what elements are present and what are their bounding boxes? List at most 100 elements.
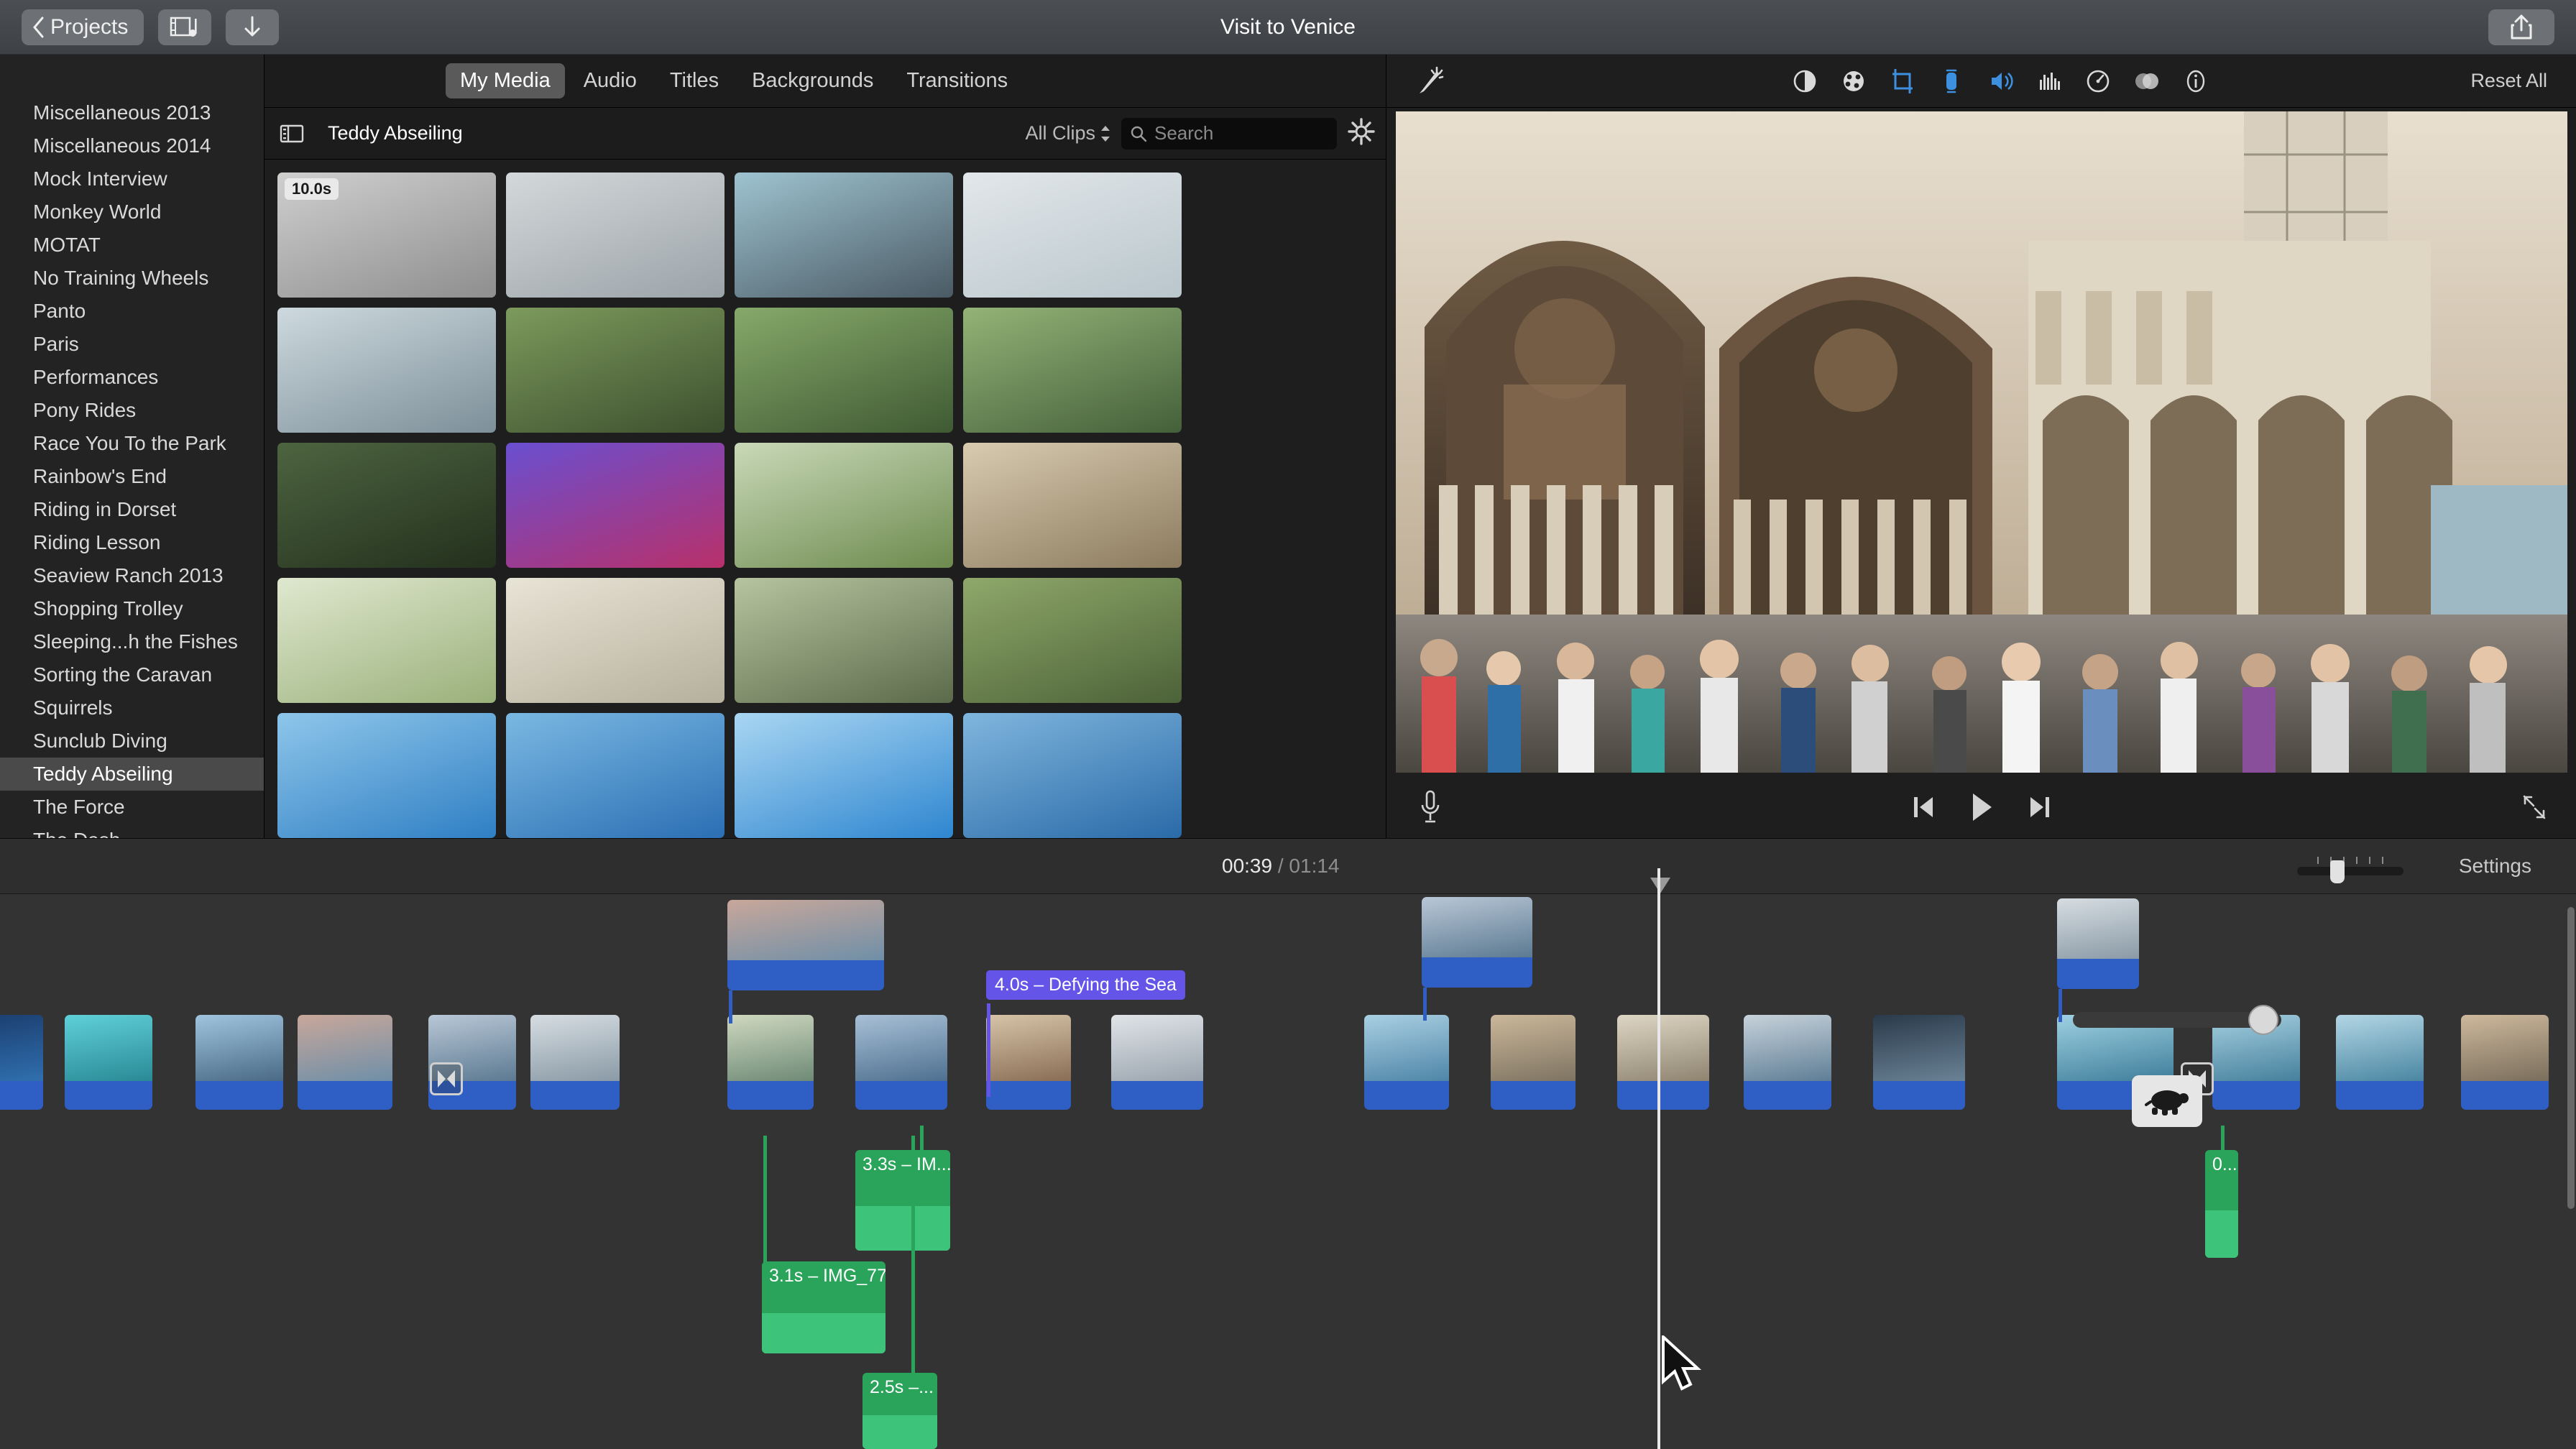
media-browser[interactable]: 10.0s <box>264 160 1386 838</box>
stabilization-button[interactable] <box>1937 67 1966 96</box>
timeline[interactable]: 4.0s – Defying the Sea 3.3s – IM... 3.1s –… <box>0 894 2576 1449</box>
reset-all-button[interactable]: Reset All <box>2470 70 2547 92</box>
share-button[interactable] <box>2488 9 2554 45</box>
all-clips-filter[interactable]: All Clips <box>1025 122 1111 144</box>
sidebar-item-no-training-wheels[interactable]: No Training Wheels <box>0 262 264 295</box>
media-clip-thumbnail[interactable] <box>277 578 496 703</box>
sidebar-item-panto[interactable]: Panto <box>0 295 264 328</box>
media-clip-thumbnail[interactable] <box>735 713 953 838</box>
timeline-clip[interactable] <box>1744 1015 1831 1110</box>
download-button[interactable] <box>226 9 279 45</box>
timeline-audio-clip[interactable]: 2.5s –... <box>862 1373 937 1449</box>
event-sidebar[interactable]: Miscellaneous 2013Miscellaneous 2014Mock… <box>0 55 264 838</box>
tab-transitions[interactable]: Transitions <box>892 63 1022 98</box>
sidebar-item-sunclub-diving[interactable]: Sunclub Diving <box>0 724 264 758</box>
search-field[interactable]: Search <box>1121 118 1337 150</box>
media-clip-thumbnail[interactable] <box>506 172 724 298</box>
sidebar-item-sleeping-h-the-fishes[interactable]: Sleeping...h the Fishes <box>0 625 264 658</box>
timeline-audio-clip[interactable]: 0... <box>2205 1150 2238 1258</box>
media-clip-thumbnail[interactable] <box>963 308 1182 433</box>
clip-filter-button[interactable] <box>2133 67 2161 96</box>
clip-speed-knob[interactable] <box>2248 1005 2278 1035</box>
timeline-clip[interactable] <box>855 1015 947 1110</box>
sidebar-item-pony-rides[interactable]: Pony Rides <box>0 394 264 427</box>
timeline-clip[interactable] <box>65 1015 152 1110</box>
color-correction-button[interactable] <box>1839 67 1868 96</box>
media-clip-thumbnail[interactable] <box>277 308 496 433</box>
tab-audio[interactable]: Audio <box>569 63 651 98</box>
timeline-transition[interactable] <box>430 1062 463 1095</box>
media-clip-thumbnail[interactable] <box>506 308 724 433</box>
sidebar-item-the-dash[interactable]: The Dash <box>0 824 264 838</box>
noise-reduction-button[interactable] <box>2035 67 2064 96</box>
enhance-button[interactable] <box>1415 65 1445 97</box>
media-clip-thumbnail[interactable] <box>277 443 496 568</box>
timeline-clip[interactable] <box>1422 897 1532 988</box>
projects-back-button[interactable]: Projects <box>22 9 144 45</box>
media-clip-thumbnail[interactable]: 10.0s <box>277 172 496 298</box>
sidebar-item-race-you-to-the-park[interactable]: Race You To the Park <box>0 427 264 460</box>
timeline-clip[interactable] <box>298 1015 392 1110</box>
volume-button[interactable] <box>1986 67 2015 96</box>
sidebar-item-mock-interview[interactable]: Mock Interview <box>0 162 264 196</box>
timeline-clip[interactable] <box>727 900 884 990</box>
sidebar-item-teddy-abseiling[interactable]: Teddy Abseiling <box>0 758 264 791</box>
sidebar-item-motat[interactable]: MOTAT <box>0 229 264 262</box>
timeline-title-clip[interactable]: 4.0s – Defying the Sea <box>986 970 1185 1000</box>
sidebar-item-rainbow-s-end[interactable]: Rainbow's End <box>0 460 264 493</box>
media-clip-thumbnail[interactable] <box>735 308 953 433</box>
crop-button[interactable] <box>1888 67 1917 96</box>
timeline-clip[interactable] <box>2057 898 2139 989</box>
timeline-clip[interactable] <box>986 1015 1071 1110</box>
timeline-clip[interactable] <box>0 1015 43 1110</box>
timeline-clip[interactable] <box>1111 1015 1203 1110</box>
sidebar-item-riding-in-dorset[interactable]: Riding in Dorset <box>0 493 264 526</box>
timeline-audio-clip[interactable]: 3.3s – IM... <box>855 1150 950 1251</box>
sidebar-item-miscellaneous-2014[interactable]: Miscellaneous 2014 <box>0 129 264 162</box>
timeline-clip[interactable] <box>2336 1015 2424 1110</box>
timeline-settings-button[interactable]: Settings <box>2459 855 2531 878</box>
zoom-track[interactable] <box>2297 867 2404 875</box>
sidebar-item-sorting-the-caravan[interactable]: Sorting the Caravan <box>0 658 264 691</box>
sidebar-item-shopping-trolley[interactable]: Shopping Trolley <box>0 592 264 625</box>
media-clip-thumbnail[interactable] <box>506 443 724 568</box>
media-clip-thumbnail[interactable] <box>963 172 1182 298</box>
timeline-clip[interactable] <box>196 1015 283 1110</box>
timeline-clip[interactable] <box>727 1015 814 1110</box>
skip-forward-button[interactable] <box>2028 794 2052 820</box>
media-clip-thumbnail[interactable] <box>735 172 953 298</box>
zoom-knob[interactable] <box>2330 860 2345 883</box>
sidebar-item-the-force[interactable]: The Force <box>0 791 264 824</box>
sidebar-item-miscellaneous-2013[interactable]: Miscellaneous 2013 <box>0 96 264 129</box>
search-input[interactable]: Search <box>1154 122 1213 144</box>
timeline-audio-clip[interactable]: 3.1s – IMG_77... <box>762 1261 886 1353</box>
media-clip-thumbnail[interactable] <box>277 713 496 838</box>
sidebar-item-monkey-world[interactable]: Monkey World <box>0 196 264 229</box>
media-clip-thumbnail[interactable] <box>735 578 953 703</box>
sidebar-toggle-button[interactable] <box>273 118 310 150</box>
timeline-clip[interactable] <box>1364 1015 1449 1110</box>
tab-backgrounds[interactable]: Backgrounds <box>737 63 888 98</box>
sidebar-item-paris[interactable]: Paris <box>0 328 264 361</box>
playhead-handle[interactable] <box>1650 878 1670 893</box>
media-import-button[interactable] <box>158 9 211 45</box>
timeline-scrollbar[interactable] <box>2567 907 2575 1209</box>
timeline-playhead[interactable] <box>1657 894 1660 1449</box>
timeline-clip[interactable] <box>1617 1015 1709 1110</box>
media-clip-thumbnail[interactable] <box>506 713 724 838</box>
timeline-clip[interactable] <box>1491 1015 1576 1110</box>
timeline-clip[interactable] <box>2461 1015 2549 1110</box>
media-clip-thumbnail[interactable] <box>963 713 1182 838</box>
sidebar-item-performances[interactable]: Performances <box>0 361 264 394</box>
sidebar-item-squirrels[interactable]: Squirrels <box>0 691 264 724</box>
media-clip-thumbnail[interactable] <box>963 443 1182 568</box>
timeline-zoom-slider[interactable] <box>2297 857 2404 875</box>
tab-my-media[interactable]: My Media <box>446 63 565 98</box>
media-clip-thumbnail[interactable] <box>735 443 953 568</box>
sidebar-item-riding-lesson[interactable]: Riding Lesson <box>0 526 264 559</box>
browser-settings-button[interactable] <box>1347 117 1376 150</box>
color-balance-button[interactable] <box>1790 67 1819 96</box>
play-button[interactable] <box>1969 791 1995 823</box>
skip-back-button[interactable] <box>1911 794 1936 820</box>
media-clip-thumbnail[interactable] <box>506 578 724 703</box>
